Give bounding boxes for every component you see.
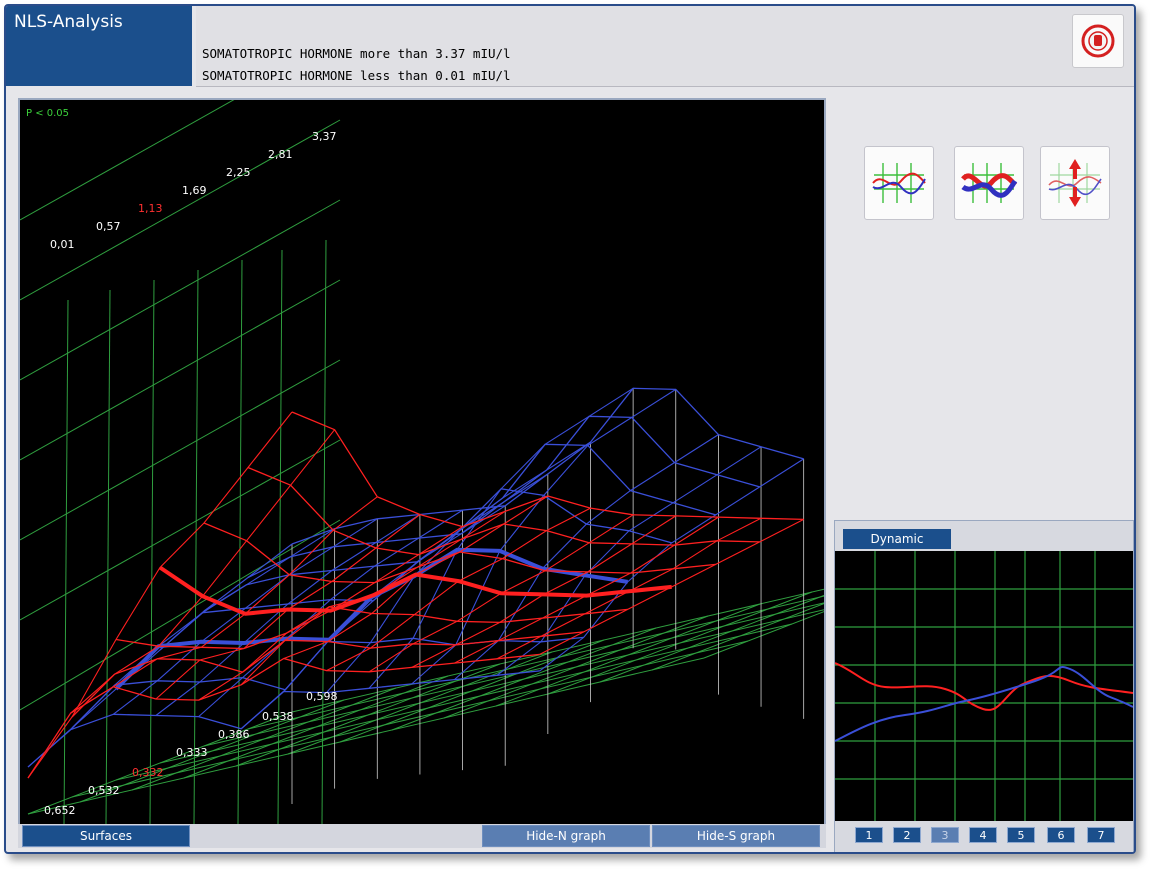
top-scale-label: 1,13 [138, 202, 163, 215]
graph-arrows-button[interactable] [1040, 146, 1110, 220]
n-surface [27, 387, 804, 768]
hide-n-graph-button[interactable]: Hide-N graph [482, 825, 650, 847]
graph-3d-panel: P < 0.05 0,01 0,57 1,13 1,69 2,25 2,81 3,37 0,… [18, 98, 826, 826]
graph-bold-button[interactable] [954, 146, 1024, 220]
page-button-7[interactable]: 7 [1087, 827, 1115, 843]
bottom-scale-label: 0,598 [306, 690, 338, 703]
page-button-4[interactable]: 4 [969, 827, 997, 843]
top-scale-label: 0,57 [96, 220, 121, 233]
hide-s-graph-button[interactable]: Hide-S graph [652, 825, 820, 847]
graph-toolbar: Surfaces Hide-N graph Hide-S graph [18, 824, 826, 848]
dynamic-n-line [834, 665, 1134, 742]
graph-compare-icon [872, 163, 926, 203]
power-button[interactable] [1072, 14, 1124, 68]
dynamic-chart [834, 551, 1134, 821]
graph-arrows-icon [1048, 159, 1102, 207]
bottom-scale-label: 0,652 [44, 804, 76, 817]
surfaces-button[interactable]: Surfaces [22, 825, 190, 847]
app-window: NLS-Analysis SOMATOTROPIC HORMONE more t… [4, 4, 1136, 854]
header-info: SOMATOTROPIC HORMONE more than 3.37 mIU/… [196, 6, 1134, 87]
significance-label: P < 0.05 [26, 108, 69, 119]
top-scale-label: 2,25 [226, 166, 251, 179]
page-button-2[interactable]: 2 [893, 827, 921, 843]
bottom-scale-label: 0,332 [132, 766, 164, 779]
graph-3d-canvas: P < 0.05 0,01 0,57 1,13 1,69 2,25 2,81 3,37 0,… [20, 100, 824, 824]
top-scale-label: 0,01 [50, 238, 75, 251]
dynamic-chart-canvas [834, 551, 1134, 821]
bottom-scale-label: 0,386 [218, 728, 250, 741]
page-button-3[interactable]: 3 [931, 827, 959, 843]
page-button-1[interactable]: 1 [855, 827, 883, 843]
header-line-upper: SOMATOTROPIC HORMONE more than 3.37 mIU/… [202, 46, 511, 61]
app-title: NLS-Analysis [6, 6, 192, 86]
page-button-6[interactable]: 6 [1047, 827, 1075, 843]
power-icon [1081, 24, 1115, 58]
bottom-scale-label: 0,532 [88, 784, 120, 797]
bottom-scale: 0,652 0,532 0,332 0,333 0,386 0,538 0,598 [44, 690, 338, 817]
bottom-scale-label: 0,538 [262, 710, 294, 723]
page-button-5[interactable]: 5 [1007, 827, 1035, 843]
graph-compare-button[interactable] [864, 146, 934, 220]
top-scale-label: 1,69 [182, 184, 207, 197]
top-scale-label: 3,37 [312, 130, 337, 143]
dynamic-tab[interactable]: Dynamic [843, 529, 951, 549]
dynamic-panel: Dynamic 1 2 3 4 5 6 7 [834, 520, 1134, 852]
top-scale: 0,01 0,57 1,13 1,69 2,25 2,81 3,37 [50, 130, 337, 251]
bottom-scale-label: 0,333 [176, 746, 208, 759]
header-line-lower: SOMATOTROPIC HORMONE less than 0.01 mIU/… [202, 68, 511, 83]
top-scale-label: 2,81 [268, 148, 293, 161]
graph-bold-icon [961, 163, 1018, 203]
